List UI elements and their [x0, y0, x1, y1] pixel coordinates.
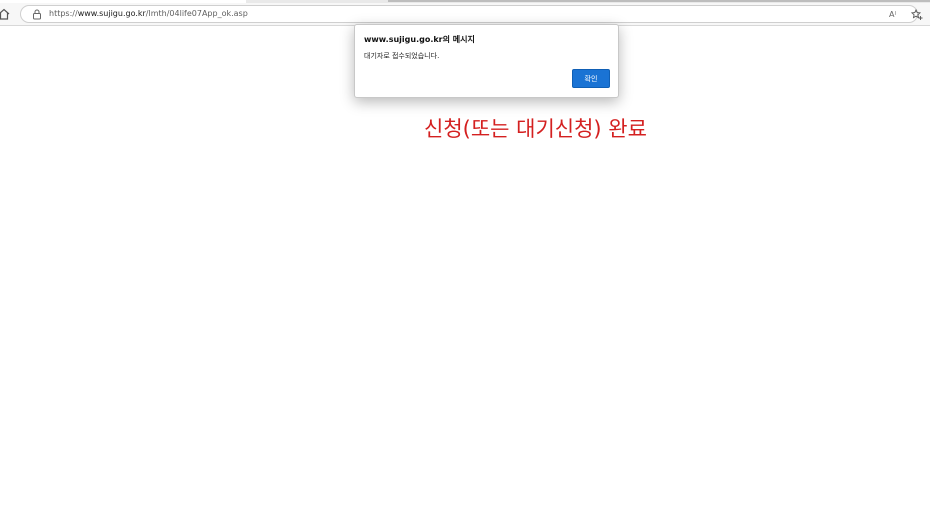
home-icon[interactable]: [0, 7, 11, 21]
lock-icon[interactable]: [32, 9, 42, 20]
read-aloud-icon[interactable]: A⁾: [889, 9, 896, 21]
url-text[interactable]: https://www.sujigu.go.kr/lmth/04life07Ap…: [49, 7, 248, 21]
alert-dialog: www.sujigu.go.kr의 메시지 대기자로 접수되었습니다. 확인: [354, 24, 619, 98]
browser-toolbar: https://www.sujigu.go.kr/lmth/04life07Ap…: [0, 3, 930, 26]
inactive-tab-edge[interactable]: [388, 0, 930, 2]
dialog-title: www.sujigu.go.kr의 메시지: [364, 35, 475, 44]
completion-annotation: 신청(또는 대기신청) 완료: [424, 117, 647, 141]
address-bar[interactable]: https://www.sujigu.go.kr/lmth/04life07Ap…: [20, 5, 923, 23]
url-prefix: https://: [49, 9, 78, 18]
url-domain: www.sujigu.go.kr: [77, 9, 146, 18]
url-path: /lmth/04life07App_ok.asp: [145, 9, 248, 18]
ok-button[interactable]: 확인: [572, 69, 610, 88]
dialog-message: 대기자로 접수되었습니다.: [364, 52, 440, 60]
favorites-icon[interactable]: [911, 9, 923, 21]
